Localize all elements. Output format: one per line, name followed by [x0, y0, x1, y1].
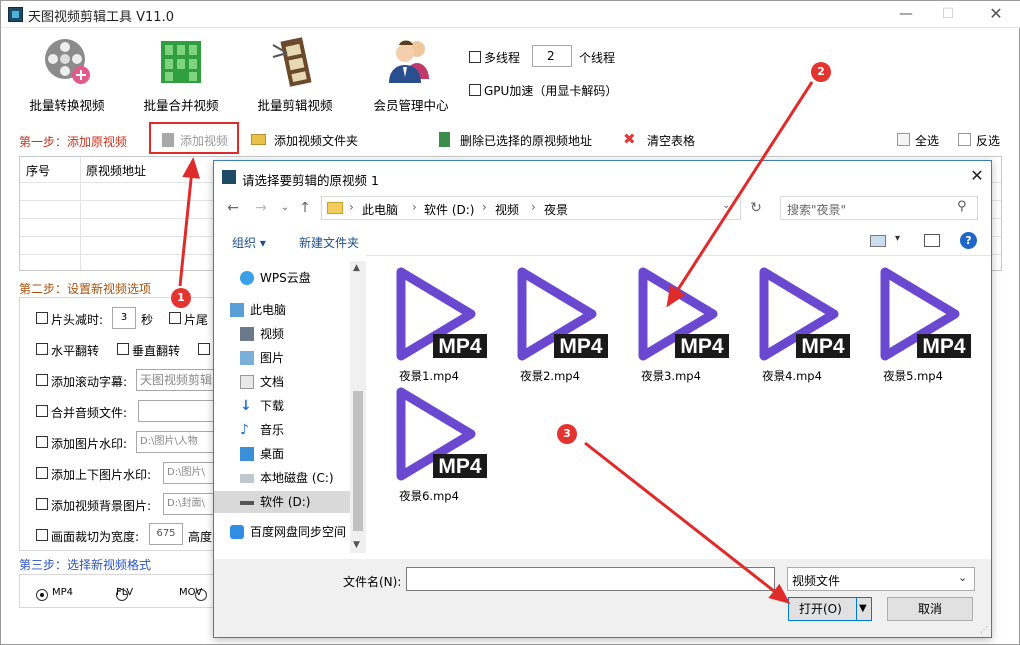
arrow-2 — [666, 81, 814, 308]
arrow-3 — [584, 441, 791, 604]
arrow-1 — [178, 157, 201, 287]
step-badge-1: 1 — [171, 288, 191, 308]
annotation-arrows — [178, 81, 814, 604]
step-badge-3: 3 — [557, 424, 577, 444]
step-badge-2: 2 — [811, 62, 831, 82]
